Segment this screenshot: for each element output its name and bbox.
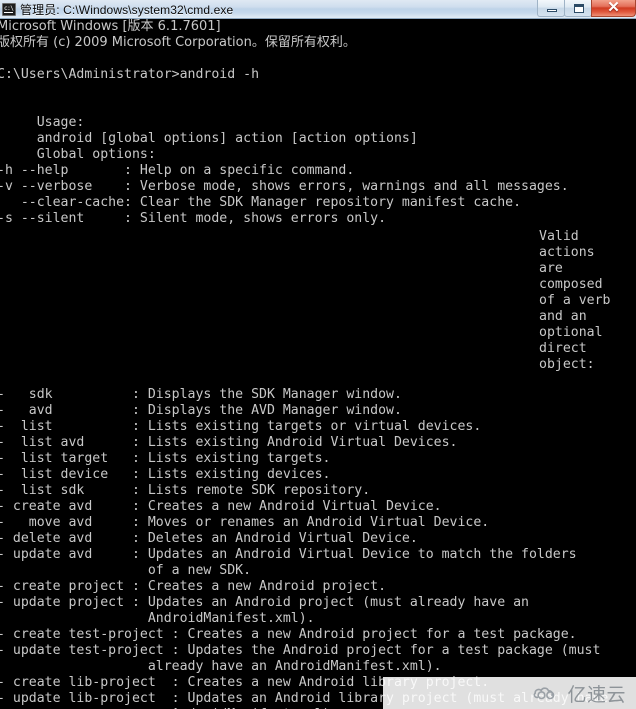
console-line: -v --verbose : Verbose mode, shows error… — [0, 179, 569, 194]
console-line: Microsoft Windows [版本 6.1.7601] — [0, 19, 221, 34]
console-line: - sdk : Displays the SDK Manager window. — [0, 387, 402, 402]
console-line: 版权所有 (c) 2009 Microsoft Corporation。保留所有… — [0, 35, 356, 50]
console-line: - update test-project : Updates the Andr… — [0, 643, 601, 658]
cloud-logo-icon — [532, 683, 562, 703]
minimize-button[interactable] — [537, 0, 565, 17]
console-line: -h --help : Help on a specific command. — [0, 163, 355, 178]
console-line: composed — [539, 277, 603, 292]
console-line: -s --silent : Silent mode, shows errors … — [0, 211, 387, 226]
console-line: - list target : Lists existing targets. — [0, 451, 331, 466]
console-line: of a verb — [539, 293, 611, 308]
close-button[interactable] — [591, 0, 636, 17]
console-line: C:\Users\Administrator>android -h — [0, 67, 260, 82]
console-line: - list device : Lists existing devices. — [0, 467, 331, 482]
console-line: and an — [539, 309, 587, 324]
console-line: Valid — [539, 229, 579, 244]
console-line: - update project : Updates an Android pr… — [0, 595, 529, 610]
window-controls — [537, 0, 636, 18]
console-line: - list : Lists existing targets or virtu… — [0, 419, 482, 434]
window-titlebar[interactable]: 管理员: C:\Windows\system32\cmd.exe — [0, 0, 636, 19]
cmd-window: 管理员: C:\Windows\system32\cmd.exe Microso… — [0, 0, 636, 709]
console-line: - avd : Displays the AVD Manager window. — [0, 403, 402, 418]
console-line: - list avd : Lists existing Android Virt… — [0, 435, 458, 450]
console-line: of a new SDK. — [0, 563, 252, 578]
console-line: - create avd : Creates a new Android Vir… — [0, 499, 442, 514]
console-line: already have an AndroidManifest.xml). — [0, 659, 442, 674]
console-line: - update avd : Updates an Android Virtua… — [0, 547, 577, 562]
maximize-button[interactable] — [564, 0, 592, 17]
console-line: - create project : Creates a new Android… — [0, 579, 387, 594]
cmd-console-icon — [2, 2, 16, 16]
watermark-content: 亿速云 — [532, 680, 636, 707]
console-right-column-note: Valid actions are composed of a verb and an op… — [539, 229, 636, 373]
console-line: Global options: — [0, 147, 156, 162]
console-line: android [global options] action [action … — [0, 131, 418, 146]
console-line: - move avd : Moves or renames an Android… — [0, 515, 490, 530]
console-line: direct — [539, 341, 587, 356]
console-line: - create test-project : Creates a new An… — [0, 627, 577, 642]
console-line: object: — [539, 357, 595, 372]
console-line: - delete avd : Deletes an Android Virtua… — [0, 531, 418, 546]
console-output-area[interactable]: Microsoft Windows [版本 6.1.7601] 版权所有 (c) … — [0, 19, 636, 709]
window-title: 管理员: C:\Windows\system32\cmd.exe — [20, 2, 234, 17]
console-line: --clear-cache: Clear the SDK Manager rep… — [0, 195, 522, 210]
console-line: AndroidManifest.xml). — [0, 611, 315, 626]
console-line: actions — [539, 245, 595, 260]
watermark-text: 亿速云 — [567, 683, 626, 706]
console-line: are — [539, 261, 563, 276]
watermark: 亿速云 — [383, 677, 636, 709]
console-line: - list sdk : Lists remote SDK repository… — [0, 483, 371, 498]
console-line: optional — [539, 325, 603, 340]
console-line: Usage: — [0, 115, 85, 130]
